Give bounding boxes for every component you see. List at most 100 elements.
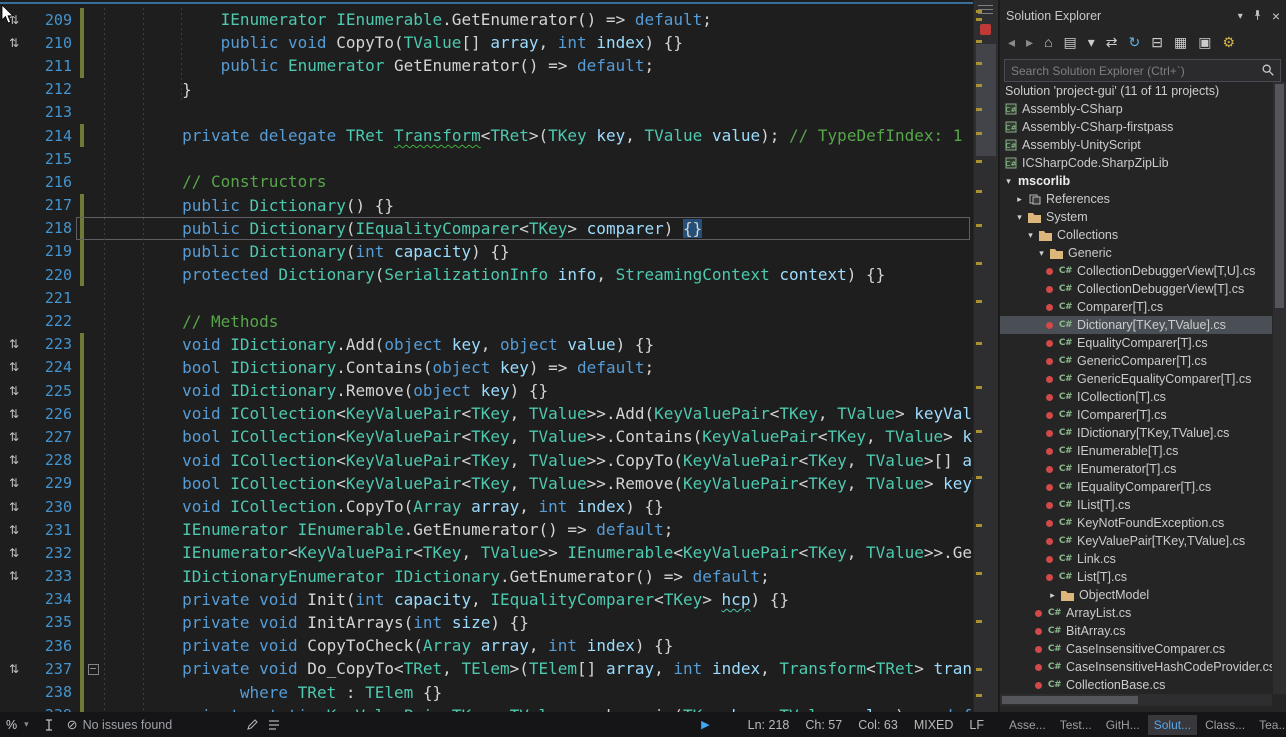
search-input[interactable] xyxy=(1005,60,1280,81)
line-number[interactable]: 229 xyxy=(28,474,72,492)
tree-item[interactable]: C#Comparer[T].cs xyxy=(1000,298,1272,316)
tree-item[interactable]: C#CaseInsensitiveHashCodeProvider.cs xyxy=(1000,658,1272,676)
tree-item[interactable]: C#Dictionary[TKey,TValue].cs xyxy=(1000,316,1272,334)
line-number[interactable]: 235 xyxy=(28,613,72,631)
tree-item[interactable]: C#IDictionary[TKey,TValue].cs xyxy=(1000,424,1272,442)
tree-item[interactable]: C#KeyValuePair[TKey,TValue].cs xyxy=(1000,532,1272,550)
wrench-icon[interactable]: ⚙ xyxy=(1222,35,1235,49)
close-icon[interactable]: × xyxy=(1272,8,1280,24)
editor-vertical-scrollbar[interactable] xyxy=(973,0,998,712)
chevron-collapsed-icon[interactable]: ▸ xyxy=(1013,194,1026,205)
line-number[interactable]: 221 xyxy=(28,289,72,307)
chevron-expanded-icon[interactable]: ▾ xyxy=(1002,176,1015,187)
references-adornment-icon[interactable]: ⇅ xyxy=(0,407,28,421)
forward-icon[interactable]: ▸ xyxy=(1026,35,1033,49)
line-number[interactable]: 223 xyxy=(28,335,72,353)
references-adornment-icon[interactable]: ⇅ xyxy=(0,523,28,537)
line-number[interactable]: 225 xyxy=(28,382,72,400)
line-number[interactable]: 212 xyxy=(28,80,72,98)
character-indicator[interactable]: Ch: 57 xyxy=(805,718,842,732)
sync-with-active-document-icon[interactable]: ⇄ xyxy=(1106,35,1118,49)
line-number[interactable]: 213 xyxy=(28,103,72,121)
code-line[interactable]: 236 private void CopyToCheck(Array array… xyxy=(0,634,974,657)
references-adornment-icon[interactable]: ⇅ xyxy=(0,36,28,50)
list-icon[interactable] xyxy=(268,720,280,730)
tree-item[interactable]: C#Link.cs xyxy=(1000,550,1272,568)
code-line[interactable]: 219 public Dictionary(int capacity) {} xyxy=(0,240,974,263)
tool-window-tab[interactable]: GitH... xyxy=(1100,715,1146,735)
tree-item[interactable]: C#KeyNotFoundException.cs xyxy=(1000,514,1272,532)
code-line[interactable]: ⇅230 void ICollection.CopyTo(Array array… xyxy=(0,495,974,518)
tree-item[interactable]: C#CaseInsensitiveComparer.cs xyxy=(1000,640,1272,658)
line-number[interactable]: 224 xyxy=(28,358,72,376)
tree-item[interactable]: C#List[T].cs xyxy=(1000,568,1272,586)
code-line[interactable]: ⇅233 IDictionaryEnumerator IDictionary.G… xyxy=(0,565,974,588)
references-adornment-icon[interactable]: ⇅ xyxy=(0,662,28,676)
line-number[interactable]: 215 xyxy=(28,150,72,168)
code-line[interactable]: 214 private delegate TRet Transform<TRet… xyxy=(0,124,974,147)
code-editor[interactable]: ⇅209 IEnumerator IEnumerable.GetEnumerat… xyxy=(0,0,998,712)
tree-item[interactable]: C#ICSharpCode.SharpZipLib xyxy=(1000,154,1272,172)
code-line[interactable]: 213 xyxy=(0,101,974,124)
tree-item[interactable]: C#IEnumerator[T].cs xyxy=(1000,460,1272,478)
line-number[interactable]: 236 xyxy=(28,637,72,655)
line-number[interactable]: 234 xyxy=(28,590,72,608)
tree-item[interactable]: C#IEqualityComparer[T].cs xyxy=(1000,478,1272,496)
tree-item[interactable]: C#IList[T].cs xyxy=(1000,496,1272,514)
line-number[interactable]: 214 xyxy=(28,127,72,145)
line-number[interactable]: 220 xyxy=(28,266,72,284)
code-line[interactable]: 234 private void Init(int capacity, IEqu… xyxy=(0,588,974,611)
refresh-icon[interactable]: ↻ xyxy=(1129,35,1141,49)
code-line[interactable]: ⇅231 IEnumerator IEnumerable.GetEnumerat… xyxy=(0,518,974,541)
tree-item[interactable]: C#CollectionDebuggerView[T].cs xyxy=(1000,280,1272,298)
scrollbar-thumb[interactable] xyxy=(1002,696,1138,704)
switch-views-icon[interactable]: ▤ xyxy=(1064,35,1077,49)
tree-item[interactable]: C#IComparer[T].cs xyxy=(1000,406,1272,424)
scrollbar-thumb[interactable] xyxy=(1275,84,1284,308)
references-adornment-icon[interactable]: ⇅ xyxy=(0,430,28,444)
tree-item[interactable]: Solution 'project-gui' (11 of 11 project… xyxy=(1000,82,1272,100)
line-number[interactable]: 217 xyxy=(28,196,72,214)
tree-item[interactable]: C#ICollection[T].cs xyxy=(1000,388,1272,406)
code-line[interactable]: 218 public Dictionary(IEqualityComparer<… xyxy=(0,217,974,240)
tree-item[interactable]: ▾System xyxy=(1000,208,1272,226)
encoding-indicator[interactable]: MIXED xyxy=(914,718,954,732)
tree-item[interactable]: C#Assembly-CSharp xyxy=(1000,100,1272,118)
code-line[interactable]: 220 protected Dictionary(SerializationIn… xyxy=(0,263,974,286)
code-line[interactable]: 238 where TRet : TElem {} xyxy=(0,680,974,703)
chevron-expanded-icon[interactable]: ▾ xyxy=(1013,212,1026,223)
code-line[interactable]: ⇅228 void ICollection<KeyValuePair<TKey,… xyxy=(0,449,974,472)
line-number[interactable]: 210 xyxy=(28,34,72,52)
references-adornment-icon[interactable]: ⇅ xyxy=(0,569,28,583)
scrollbar-thumb[interactable] xyxy=(976,44,996,156)
tree-item[interactable]: C#BitArray.cs xyxy=(1000,622,1272,640)
code-line[interactable]: ⇅223 void IDictionary.Add(object key, ob… xyxy=(0,333,974,356)
code-line[interactable]: ⇅237− private void Do_CopyTo<TRet, TElem… xyxy=(0,657,974,680)
code-line[interactable]: 235 private void InitArrays(int size) {} xyxy=(0,611,974,634)
tree-item[interactable]: C#ArrayList.cs xyxy=(1000,604,1272,622)
line-number[interactable]: 231 xyxy=(28,521,72,539)
references-adornment-icon[interactable]: ⇅ xyxy=(0,546,28,560)
code-area[interactable]: ⇅209 IEnumerator IEnumerable.GetEnumerat… xyxy=(0,8,974,712)
code-line[interactable]: ⇅227 bool ICollection<KeyValuePair<TKey,… xyxy=(0,425,974,448)
code-line[interactable]: 215 xyxy=(0,147,974,170)
line-number[interactable]: 209 xyxy=(28,11,72,29)
code-line[interactable]: ⇅210 public void CopyTo(TValue[] array, … xyxy=(0,31,974,54)
tool-window-tab[interactable]: Solut... xyxy=(1148,715,1197,735)
line-number[interactable]: 227 xyxy=(28,428,72,446)
references-adornment-icon[interactable]: ⇅ xyxy=(0,384,28,398)
chevron-down-icon[interactable]: ▾ xyxy=(1238,11,1243,22)
tree-item[interactable]: C#CollectionDebuggerView[T,U].cs xyxy=(1000,262,1272,280)
tool-window-tab[interactable]: Class... xyxy=(1199,715,1251,735)
code-line[interactable]: ⇅232 IEnumerator<KeyValuePair<TKey, TVal… xyxy=(0,541,974,564)
chevron-down-icon[interactable]: ▾ xyxy=(24,719,29,730)
references-adornment-icon[interactable]: ⇅ xyxy=(0,453,28,467)
line-number[interactable]: 230 xyxy=(28,498,72,516)
references-adornment-icon[interactable]: ⇅ xyxy=(0,360,28,374)
chevron-expanded-icon[interactable]: ▾ xyxy=(1024,230,1037,241)
tree-item[interactable]: C#IEnumerable[T].cs xyxy=(1000,442,1272,460)
line-indicator[interactable]: Ln: 218 xyxy=(748,718,790,732)
code-line[interactable]: ⇅229 bool ICollection<KeyValuePair<TKey,… xyxy=(0,472,974,495)
tree-item[interactable]: ▸ObjectModel xyxy=(1000,586,1272,604)
line-ending-indicator[interactable]: LF xyxy=(969,718,984,732)
